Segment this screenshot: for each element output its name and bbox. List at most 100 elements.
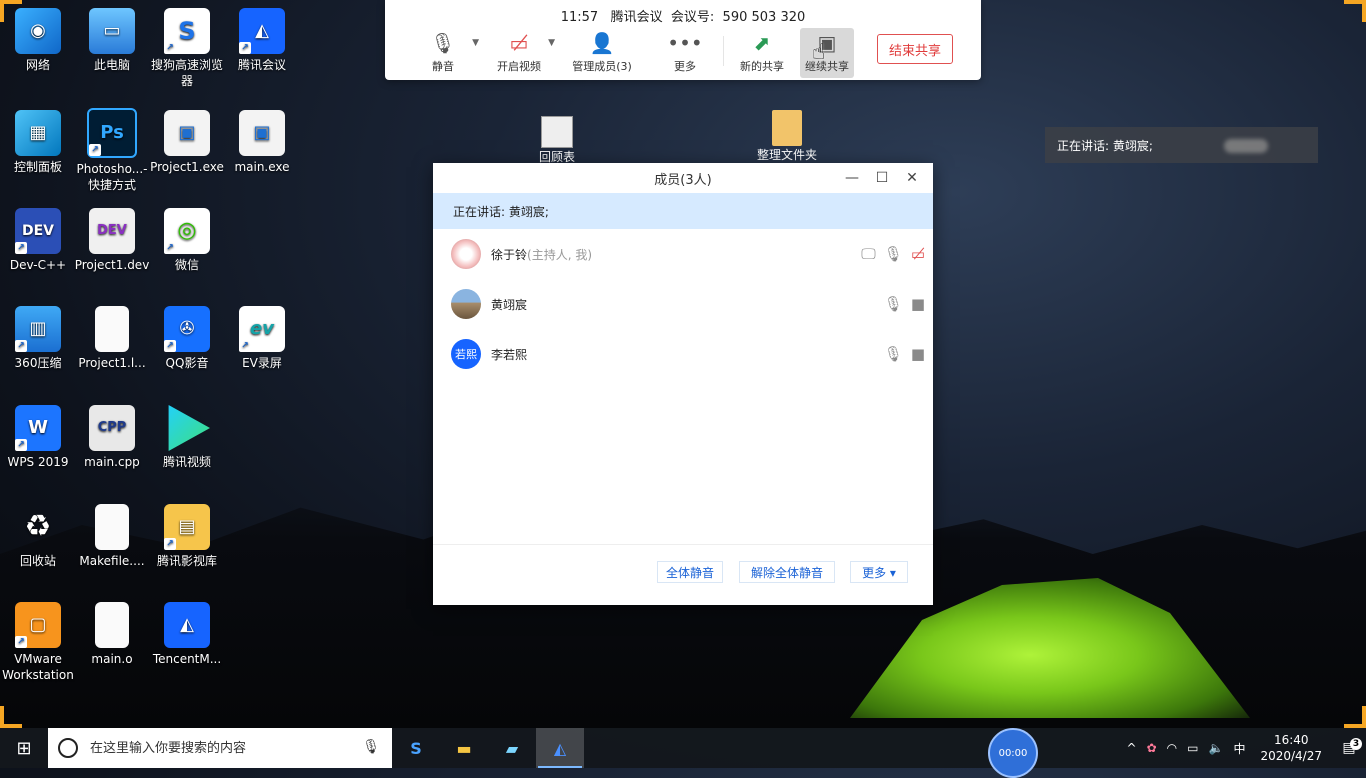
desktop-icon-recycle-bin[interactable]: ♻ 回收站 [0,504,76,569]
camera-off-icon: ▭̸ [509,31,529,55]
executable-icon: ▣ [239,110,285,156]
microphone-icon[interactable]: 🎙 [884,295,903,313]
desktop-icon-sogou-browser[interactable]: S ↗ 搜狗高速浏览器 [149,8,225,89]
member-row[interactable]: 黄翊宸 🎙 ■ [433,279,933,329]
flower-tray-icon[interactable]: ✿ [1142,741,1162,755]
camera-icon[interactable]: ■ [911,295,925,313]
desktop-icon-this-pc[interactable]: ▭ 此电脑 [74,8,150,73]
new-share-button[interactable]: ⬈ 新的共享 [724,28,800,78]
desktop-icon-makefile[interactable]: Makefile.... [74,504,150,569]
recycle-bin-icon: ♻ [24,509,52,544]
desktop-icon-photoshop[interactable]: Ps ↗ Photosho...- 快捷方式 [74,108,150,193]
manage-members-label: 管理成员(3) [572,60,632,73]
ime-indicator[interactable]: 中 [1228,740,1250,757]
taskbar-clock[interactable]: 16:40 2020/4/27 [1250,732,1332,764]
member-row[interactable]: 若熙 李若熙 🎙 ■ [433,329,933,379]
microphone-icon[interactable]: 🎙 [362,739,380,755]
search-input[interactable] [88,739,362,757]
desktop-icon-network[interactable]: ◉ 网络 [0,8,76,73]
recording-timer[interactable]: 00:00 [988,728,1038,778]
person-icon: 👤 [589,31,615,55]
meeting-info: 11:57 腾讯会议 会议号: 590 503 320 [385,6,981,25]
microphone-icon[interactable]: 🎙 [884,245,903,263]
chevron-down-icon[interactable]: ▼ [472,38,479,48]
shortcut-arrow-icon: ↗ [164,538,176,550]
meeting-share-toolbar: 11:57 腾讯会议 会议号: 590 503 320 🎙 ▼ 静音 ▭̸ ▼ … [385,0,981,80]
minimize-icon[interactable]: — [837,163,867,193]
members-more-button[interactable]: 更多 ▾ [850,561,908,583]
taskbar-notepad[interactable]: ▰ [488,728,536,768]
volume-icon[interactable]: 🔈 [1204,741,1229,755]
members-speaking-text: 正在讲话: 黄翊宸; [453,204,549,219]
desktop-icon-tencent-video[interactable]: 腾讯视频 [149,405,225,470]
member-row[interactable]: 徐于铃 (主持人, 我) 🖵 🎙 ▭̸ [433,229,933,279]
mute-all-button[interactable]: 全体静音 [657,561,723,583]
wifi-icon[interactable]: ◠ [1162,741,1182,755]
desktop-icon-wechat[interactable]: ◎ ↗ 微信 [149,208,225,273]
action-center-button[interactable]: ▤ 3 [1332,738,1366,756]
folder-icon: ▤ ↗ [164,504,210,550]
desktop-icon-control-panel[interactable]: ▦ 控制面板 [0,110,76,175]
maximize-icon[interactable]: ☐ [867,163,897,193]
taskbar-file-explorer[interactable]: ▬ [440,728,488,768]
taskbar-search[interactable]: 🎙 [48,728,392,768]
chevron-up-icon[interactable]: ^ [1122,741,1142,755]
desktop-icon-label: 此电脑 [93,58,130,72]
more-button[interactable]: ••• 更多 [647,28,723,78]
unmute-all-button[interactable]: 解除全体静音 [739,561,835,583]
share-frame-corner [0,706,22,728]
desktop-icon-label: VMware Workstation [2,652,74,682]
close-icon[interactable]: ✕ [897,163,927,193]
desktop-icon-ev-recorder[interactable]: ev ↗ EV录屏 [224,306,300,371]
manage-members-button[interactable]: 👤 管理成员(3) [557,28,647,78]
desktop-icon-wps[interactable]: W ↗ WPS 2019 [0,405,76,470]
tencent-meeting-icon: ◭ [553,738,567,758]
desktop-icon-vmware[interactable]: ▢ ↗ VMware Workstation [0,602,76,683]
desktop-icon-label: EV录屏 [242,356,282,370]
avatar [451,239,481,269]
desktop-icon-tencent-meeting-installer[interactable]: ◭ TencentM... [149,602,225,667]
member-name: 李若熙 [491,347,528,362]
camera-icon[interactable]: ■ [911,345,925,363]
microphone-icon: 🎙 [430,31,456,55]
member-role: (主持人, 我) [527,247,593,262]
member-name: 徐于铃 [491,247,528,262]
desktop-icon-main-exe[interactable]: ▣ main.exe [224,110,300,175]
chevron-down-icon[interactable]: ▼ [548,38,555,48]
desktop-icon-partial[interactable]: 回顾表 [522,116,592,165]
desktop-icon-partial[interactable]: 整理文件夹 [752,110,822,163]
desktop-icon-project1-dev[interactable]: DEV Project1.dev [74,208,150,273]
meeting-tools: 🎙 ▼ 静音 ▭̸ ▼ 开启视频 👤 管理成员(3) ••• 更多 ⬈ 新的共享… [405,28,854,78]
desktop-icon-360zip[interactable]: ▥ ↗ 360压缩 [0,306,76,371]
share-screen-icon: ⬈ [753,31,771,55]
microphone-icon[interactable]: 🎙 [884,345,903,363]
notification-count: 3 [1350,738,1362,750]
window-controls: — ☐ ✕ [837,163,927,193]
desktop-icon-main-cpp[interactable]: CPP main.cpp [74,405,150,470]
desktop-icon-label: Project1.dev [74,258,150,272]
desktop-icon-tencent-meeting[interactable]: ◭ ↗ 腾讯会议 [224,8,300,73]
start-video-button[interactable]: ▭̸ ▼ 开启视频 [481,28,557,78]
desktop-icon-project1-exe[interactable]: ▣ Project1.exe [149,110,225,175]
camera-off-icon[interactable]: ▭̸ [911,245,925,263]
desktop-icon-qq-player[interactable]: ✇ ↗ QQ影音 [149,306,225,371]
dev-project-file-icon: DEV [89,208,135,254]
desktop-icon-main-o[interactable]: main.o [74,602,150,667]
shortcut-arrow-icon: ↗ [15,242,27,254]
meeting-id-label: 会议号: [670,10,715,25]
desktop-icon-tencent-film-library[interactable]: ▤ ↗ 腾讯影视库 [149,504,225,569]
windows-start-icon[interactable]: ⊞ [0,728,48,768]
shortcut-arrow-icon: ↗ [239,340,251,352]
mute-button[interactable]: 🎙 ▼ 静音 [405,28,481,78]
share-frame-corner [1344,706,1366,728]
taskbar-sogou-browser[interactable]: S [392,728,440,768]
desktop-icon-dev-cpp[interactable]: DEV ↗ Dev-C++ [0,208,76,273]
battery-icon[interactable]: ▭ [1182,741,1203,755]
desktop-icon-label: main.cpp [84,455,140,469]
end-share-button[interactable]: 结束共享 [877,34,953,64]
taskbar-tencent-meeting[interactable]: ◭ [536,728,584,768]
desktop-icon-label: 整理文件夹 [756,148,817,162]
desktop-icon-project1-layout[interactable]: Project1.l... [74,306,150,371]
members-footer: 全体静音 解除全体静音 更多 ▾ [433,544,933,605]
continue-share-button[interactable]: ▣ 继续共享 [800,28,854,78]
